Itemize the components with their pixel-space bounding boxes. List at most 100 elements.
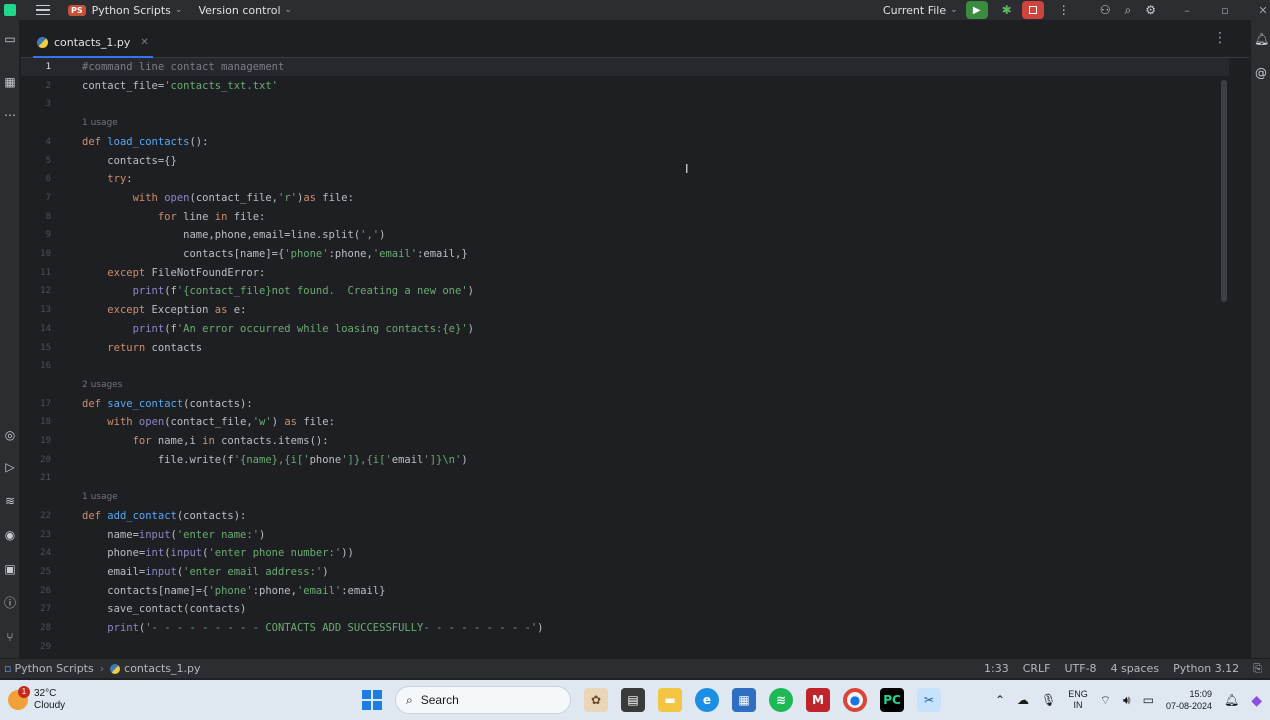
code-text[interactable]: contact_file='contacts_txt.txt' [82, 77, 278, 95]
store-icon[interactable]: ▦ [732, 688, 756, 712]
code-text[interactable]: email=input('enter email address:') [82, 563, 328, 581]
terminal-icon[interactable]: ▣ [3, 562, 17, 576]
edge-browser-icon[interactable]: e [695, 688, 719, 712]
code-text[interactable]: file.write(f'{name},{i['phone']},{i['ema… [82, 451, 468, 469]
indent-setting[interactable]: 4 spaces [1111, 662, 1160, 675]
code-line: 15 return contacts [21, 339, 1229, 357]
code-line: 16 [21, 357, 1229, 375]
code-line: 4 def load_contacts(): [21, 133, 1229, 151]
run-button[interactable]: ▶ [965, 1, 988, 19]
main-menu-icon[interactable] [36, 4, 50, 16]
code-text[interactable]: with open(contact_file,'w') as file: [82, 413, 335, 431]
folder-icon[interactable]: ▭ [3, 32, 17, 46]
tab-contacts-1[interactable]: contacts_1.py ✕ [33, 28, 153, 58]
debug-bug-icon[interactable]: ✱ [1002, 3, 1012, 17]
code-editor[interactable]: ⚠ 35 ✓1 ⌃ ⌄ 1#command line contact manag… [21, 58, 1229, 658]
caret-position[interactable]: 1:33 [984, 662, 1009, 675]
task-view-icon[interactable]: ▤ [621, 688, 645, 712]
code-line: 6 try: [21, 170, 1229, 188]
minimize-icon[interactable]: – [1180, 4, 1194, 17]
microphone-icon[interactable]: 🎙︎ [1041, 693, 1056, 707]
python-packages-icon[interactable]: ◎ [3, 428, 17, 442]
run-tool-icon[interactable]: ▷ [3, 460, 17, 474]
battery-icon[interactable]: ▭ [1143, 693, 1154, 707]
line-number: 9 [45, 230, 51, 241]
widgets-app-icon[interactable]: ✿ [584, 688, 608, 712]
start-windows-icon[interactable] [362, 690, 382, 710]
editor-scrollbar[interactable] [1221, 80, 1227, 302]
code-line: 27 save_contact(contacts) [21, 600, 1229, 618]
problems-icon[interactable]: ⓘ [3, 596, 17, 610]
breadcrumb-project[interactable]: Python Scripts [14, 662, 93, 675]
code-text[interactable]: def load_contacts(): [82, 133, 208, 151]
clock[interactable]: 15:09 07-08-2024 [1166, 688, 1212, 712]
usage-hint-label[interactable]: 2 usages [82, 376, 122, 394]
git-branch-icon[interactable]: ⑂ [3, 630, 17, 644]
code-text[interactable]: print(f'{contact_file}not found. Creatin… [82, 282, 474, 300]
code-text[interactable]: name,phone,email=line.split(',') [82, 226, 385, 244]
structure-icon[interactable]: ▦ [3, 75, 17, 89]
code-text[interactable]: contacts={} [82, 152, 177, 170]
chevron-up-icon[interactable]: ⌃ [995, 693, 1005, 707]
code-text[interactable]: print('- - - - - - - - - CONTACTS ADD SU… [82, 619, 543, 637]
more-actions-icon[interactable]: ⋮ [1058, 3, 1070, 17]
settings-gear-icon[interactable]: ⚙ [1145, 3, 1156, 17]
python-interpreter[interactable]: Python 3.12 [1173, 662, 1239, 675]
code-text[interactable]: contacts[name]={'phone':phone,'email':em… [82, 245, 468, 263]
notification-bell-icon[interactable]: 🔔︎ [1224, 693, 1239, 707]
code-text[interactable]: name=input('enter name:') [82, 526, 265, 544]
taskbar-search[interactable]: ⌕ Search [395, 686, 571, 714]
services-icon[interactable]: ◉ [3, 528, 17, 542]
file-explorer-icon[interactable]: ▬ [658, 688, 682, 712]
volume-icon[interactable]: 🔊︎ [1123, 693, 1131, 708]
usage-hint-label[interactable]: 1 usage [82, 114, 118, 132]
search-label: Search [420, 693, 459, 707]
close-icon[interactable]: ✕ [1256, 4, 1270, 17]
code-text[interactable]: phone=int(input('enter phone number:')) [82, 544, 354, 562]
code-text[interactable]: for name,i in contacts.items(): [82, 432, 329, 450]
read-only-toggle-icon[interactable]: ⎘ [1253, 662, 1262, 676]
layers-icon[interactable]: ≋ [3, 494, 17, 508]
wifi-icon[interactable]: ⌔ [1100, 693, 1111, 708]
notifications-bell-icon[interactable]: 🔔︎ [1254, 32, 1269, 46]
maximize-icon[interactable]: ▫ [1218, 4, 1232, 17]
mcafee-icon[interactable]: M [806, 688, 830, 712]
vcs-widget[interactable]: Version control [198, 4, 280, 17]
python-file-icon [37, 36, 48, 48]
title-bar: PS Python Scripts ⌄ Version control ⌄ Cu… [0, 0, 1270, 20]
copilot-icon[interactable]: ◆ [1251, 692, 1262, 709]
more-tools-icon[interactable]: ⋯ [3, 108, 17, 122]
code-line: 23 name=input('enter name:') [21, 526, 1229, 544]
cloud-icon[interactable]: ☁ [1017, 693, 1029, 707]
line-separator[interactable]: CRLF [1023, 662, 1051, 675]
code-text[interactable]: save_contact(contacts) [82, 600, 246, 618]
file-encoding[interactable]: UTF-8 [1064, 662, 1096, 675]
code-text[interactable]: return contacts [82, 339, 202, 357]
code-text[interactable]: except FileNotFoundError: [82, 264, 265, 282]
search-icon[interactable]: ⌕ [1125, 3, 1132, 18]
run-config-selector[interactable]: Current File [883, 4, 946, 17]
pycharm-taskbar-icon[interactable]: PC [880, 688, 904, 712]
breadcrumb-file[interactable]: contacts_1.py [124, 662, 200, 675]
language-indicator[interactable]: ENG IN [1068, 689, 1088, 711]
code-text[interactable]: contacts[name]={'phone':phone,'email':em… [82, 582, 385, 600]
ai-assistant-icon[interactable]: @ [1254, 66, 1268, 80]
stop-button[interactable] [1021, 1, 1044, 19]
code-text[interactable]: def save_contact(contacts): [82, 395, 253, 413]
collaborate-icon[interactable]: ⚇ [1100, 3, 1111, 17]
close-tab-icon[interactable]: ✕ [140, 37, 148, 48]
spotify-icon[interactable]: ≋ [769, 688, 793, 712]
code-text[interactable]: #command line contact management [82, 58, 284, 76]
code-text[interactable]: for line in file: [82, 208, 266, 226]
code-text[interactable]: try: [82, 170, 132, 188]
project-widget[interactable]: Python Scripts [92, 4, 171, 17]
code-text[interactable]: with open(contact_file,'r')as file: [82, 189, 354, 207]
chrome-icon[interactable]: ● [843, 688, 867, 712]
usage-hint-label[interactable]: 1 usage [82, 488, 118, 506]
snipping-tool-icon[interactable]: ✂ [917, 688, 941, 712]
code-text[interactable]: print(f'An error occurred while loasing … [82, 320, 474, 338]
code-text[interactable]: except Exception as e: [82, 301, 246, 319]
weather-widget[interactable]: 1 32°C Cloudy [8, 686, 65, 712]
code-text[interactable]: def add_contact(contacts): [82, 507, 246, 525]
tab-options-icon[interactable]: ⋮ [1213, 30, 1227, 46]
